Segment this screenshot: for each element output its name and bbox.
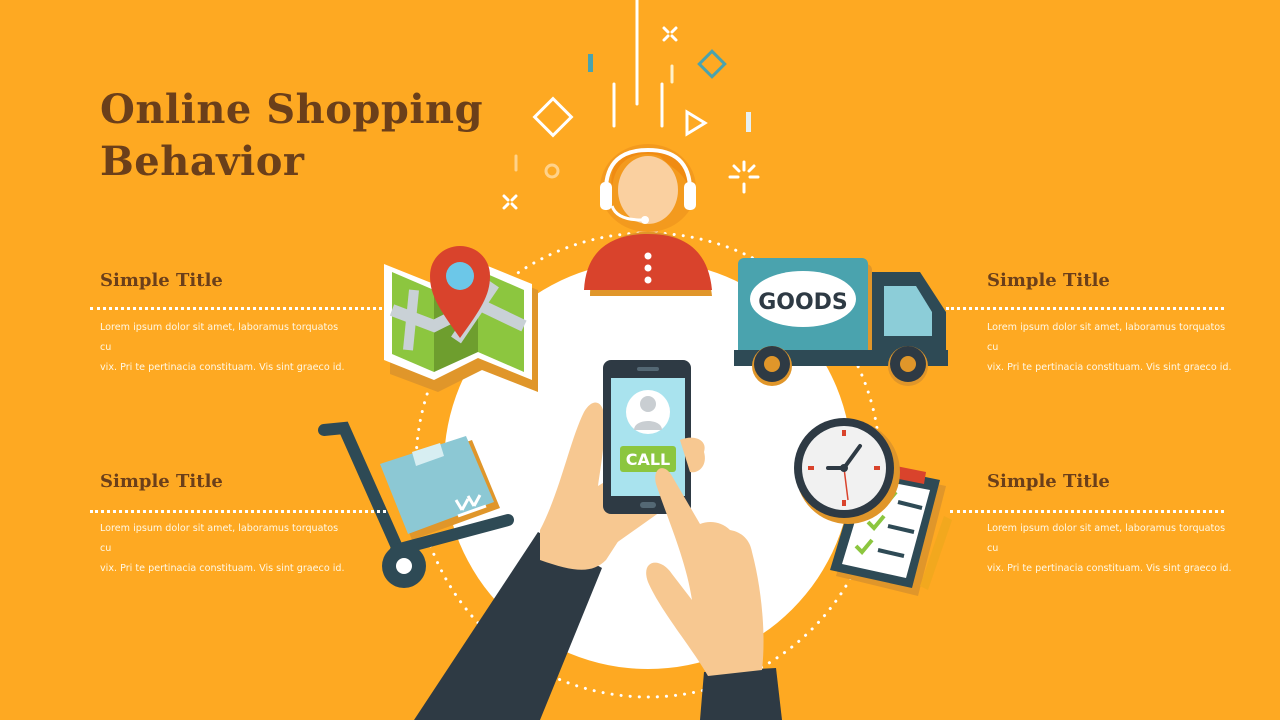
truck-label: GOODS (758, 290, 848, 315)
text-line: vix. Pri te pertinacia constituam. Vis s… (100, 563, 345, 574)
section-text-bottom-right: Lorem ipsum dolor sit amet, laboramus to… (987, 519, 1237, 579)
divider-top-right (946, 307, 1224, 310)
text-line: vix. Pri te pertinacia constituam. Vis s… (100, 362, 345, 373)
text-line: Lorem ipsum dolor sit amet, laboramus to… (100, 523, 339, 554)
divider-top-left (90, 307, 382, 310)
divider-bottom-left (90, 510, 386, 513)
text-line: Lorem ipsum dolor sit amet, laboramus to… (987, 322, 1226, 353)
section-text-bottom-left: Lorem ipsum dolor sit amet, laboramus to… (100, 519, 350, 579)
title-line-2: Behavior (100, 138, 305, 185)
section-title-top-left: Simple Title (100, 270, 223, 291)
text-line: Lorem ipsum dolor sit amet, laboramus to… (100, 322, 339, 353)
text-line: vix. Pri te pertinacia constituam. Vis s… (987, 563, 1232, 574)
section-text-top-right: Lorem ipsum dolor sit amet, laboramus to… (987, 318, 1237, 378)
map-pin-icon (384, 246, 538, 392)
page-title: Online Shopping Behavior (100, 84, 483, 188)
section-text-top-left: Lorem ipsum dolor sit amet, laboramus to… (100, 318, 350, 378)
title-line-1: Online Shopping (100, 86, 484, 133)
text-line: vix. Pri te pertinacia constituam. Vis s… (987, 362, 1232, 373)
section-title-bottom-left: Simple Title (100, 471, 223, 492)
section-title-bottom-right: Simple Title (987, 471, 1110, 492)
divider-bottom-right (950, 510, 1224, 513)
delivery-truck-icon: GOODS (734, 258, 948, 386)
text-line: Lorem ipsum dolor sit amet, laboramus to… (987, 523, 1226, 554)
section-title-top-right: Simple Title (987, 270, 1110, 291)
customer-support-icon (584, 144, 712, 296)
call-button[interactable]: CALL (626, 450, 671, 469)
